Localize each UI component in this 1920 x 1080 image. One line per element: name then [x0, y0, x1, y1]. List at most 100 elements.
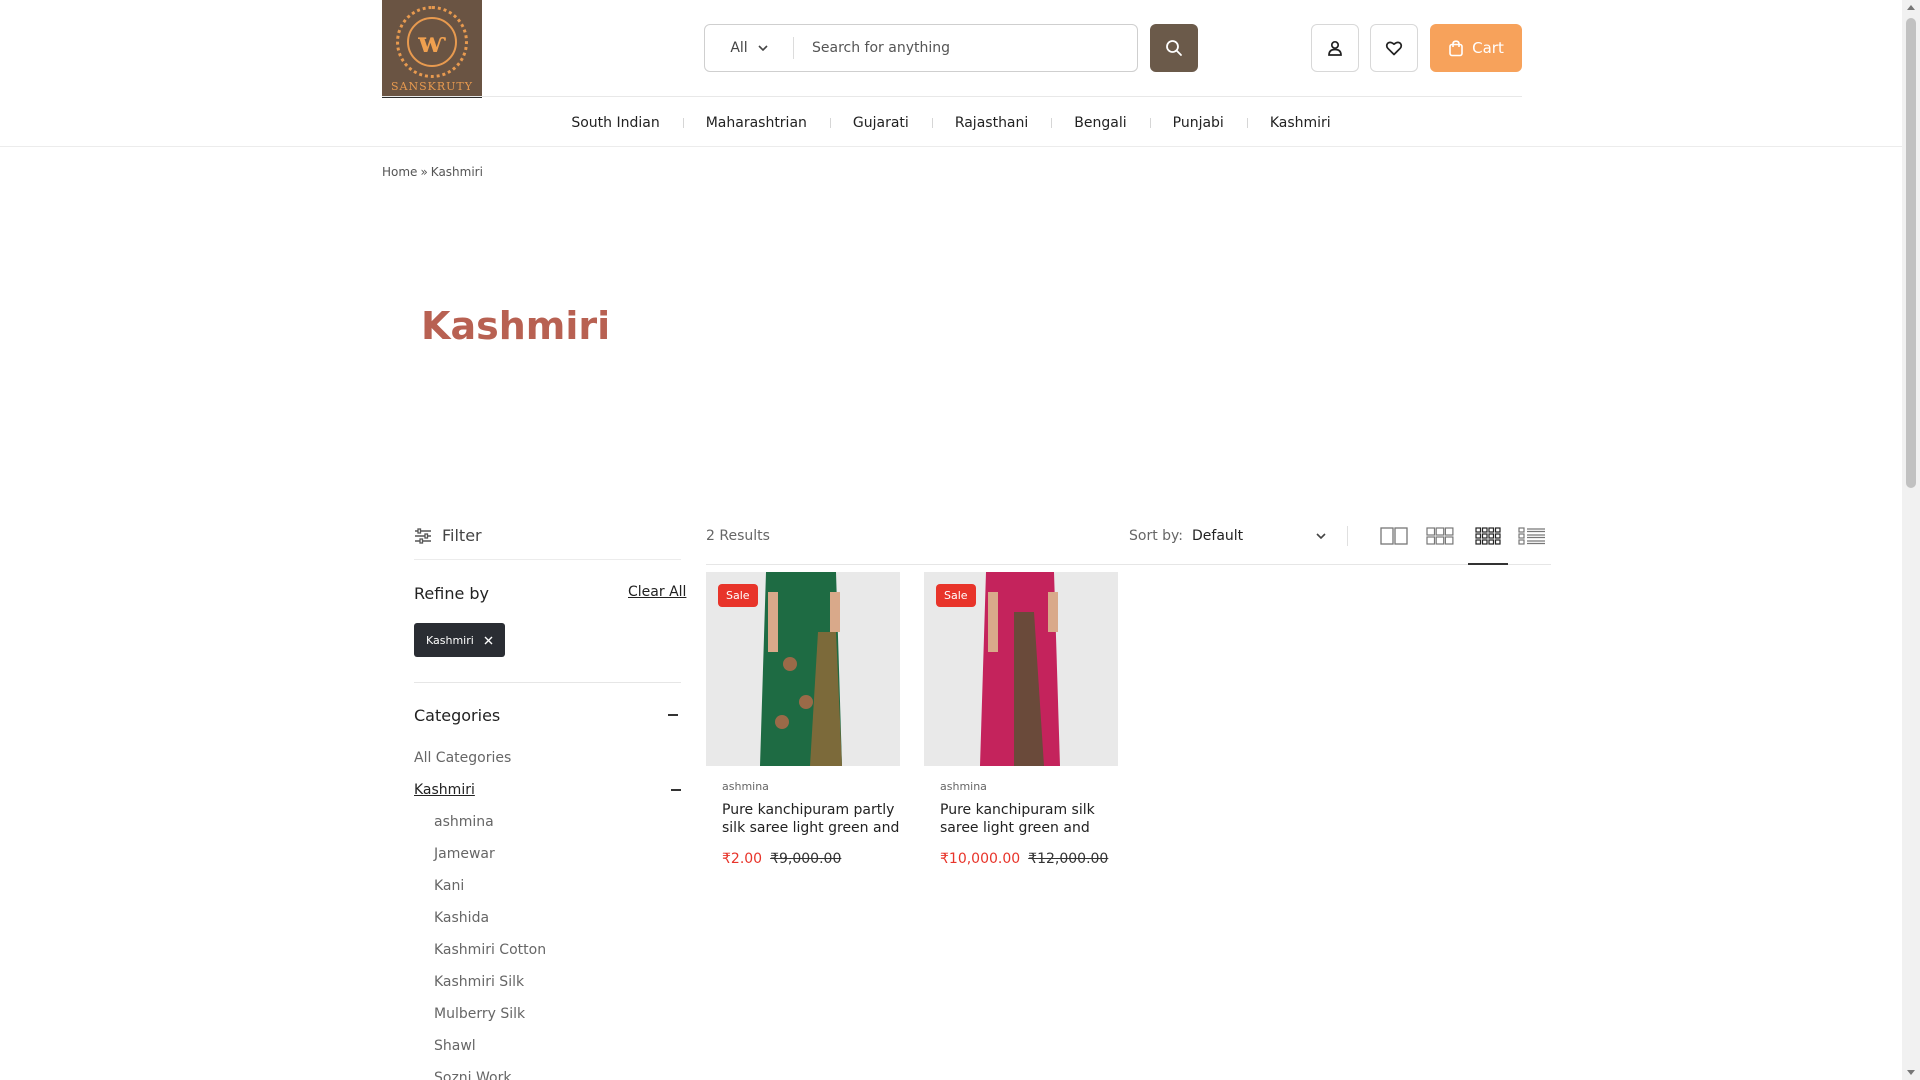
- sale-price: ₹2.00: [722, 851, 763, 867]
- breadcrumb-home-link[interactable]: Home: [382, 165, 417, 179]
- categories-heading: Categories: [414, 706, 501, 725]
- subcategory-item-jamewar[interactable]: Jamewar: [414, 838, 684, 870]
- category-label: ashmina: [434, 814, 494, 830]
- chevron-down-icon: [1316, 533, 1326, 539]
- nav-item-punjabi[interactable]: Punjabi: [1149, 115, 1247, 131]
- category-label: Kashmiri Cotton: [434, 942, 547, 958]
- subcategory-item-ashmina[interactable]: ashmina: [414, 806, 684, 838]
- wishlist-button[interactable]: [1370, 24, 1418, 72]
- account-button[interactable]: [1311, 24, 1359, 72]
- nav-item-kashmiri[interactable]: Kashmiri: [1246, 115, 1354, 131]
- scroll-down-arrow-icon[interactable]: [1907, 1070, 1915, 1075]
- categories-collapse-minus-icon[interactable]: [668, 714, 678, 716]
- active-filter-label: Kashmiri: [426, 633, 474, 647]
- product-price: ₹10,000.00 ₹12,000.00: [924, 851, 1118, 867]
- toolbar-divider: [1347, 526, 1348, 546]
- product-price: ₹2.00 ₹9,000.00: [706, 851, 900, 867]
- search-category-select[interactable]: All: [705, 25, 793, 71]
- list-view-icon: [1518, 527, 1545, 545]
- category-label: All Categories: [414, 750, 512, 766]
- brand-logo[interactable]: ⱳ SANSKRUTY: [382, 0, 482, 98]
- sale-price: ₹10,000.00: [940, 851, 1021, 867]
- page-scrollbar[interactable]: [1902, 0, 1920, 1080]
- sale-badge: Sale: [718, 584, 758, 607]
- product-brand: ashmina: [940, 780, 987, 793]
- heart-icon: [1385, 41, 1403, 56]
- model-arm: [830, 592, 840, 632]
- toolbar-divider-line: [706, 564, 1551, 565]
- filter-label: Filter: [442, 526, 482, 545]
- original-price: ₹9,000.00: [770, 851, 842, 867]
- sort-value: Default: [1192, 528, 1244, 544]
- view-grid-3-button[interactable]: [1424, 524, 1456, 548]
- subcategory-item-kashmiri-cotton[interactable]: Kashmiri Cotton: [414, 934, 684, 966]
- close-icon[interactable]: [484, 636, 493, 645]
- product-brand: ashmina: [722, 780, 769, 793]
- filter-sliders-icon: [415, 527, 431, 544]
- logo-emblem: ⱳ: [396, 6, 468, 78]
- product-image[interactable]: Sale: [706, 572, 900, 766]
- search-bar: All: [704, 24, 1138, 72]
- active-filter-chip[interactable]: Kashmiri: [414, 623, 505, 657]
- category-list: All Categories Kashmiri ashmina Jamewar …: [414, 742, 684, 1080]
- subcategory-item-sozni-work[interactable]: Sozni Work: [414, 1062, 684, 1080]
- scrollbar-thumb[interactable]: [1906, 18, 1916, 488]
- shopping-bag-icon: [1449, 39, 1463, 56]
- subcategory-item-kashida[interactable]: Kashida: [414, 902, 684, 934]
- view-grid-4-button[interactable]: [1472, 524, 1504, 548]
- nav-item-gujarati[interactable]: Gujarati: [829, 115, 932, 131]
- category-label: Shawl: [434, 1038, 476, 1054]
- clear-all-link[interactable]: Clear All: [628, 584, 686, 600]
- scroll-up-arrow-icon[interactable]: [1907, 5, 1915, 10]
- collapse-minus-icon[interactable]: [671, 789, 681, 791]
- grid-3-columns-icon: [1426, 527, 1454, 545]
- category-label: Mulberry Silk: [434, 1006, 526, 1022]
- category-item-kashmiri[interactable]: Kashmiri: [414, 774, 684, 806]
- grid-4-columns-icon: [1475, 527, 1501, 545]
- view-grid-2-button[interactable]: [1378, 524, 1410, 548]
- search-icon: [1166, 40, 1182, 56]
- filter-divider: [414, 559, 681, 560]
- user-icon: [1328, 40, 1342, 56]
- product-title[interactable]: Pure kanchipuram partly silk saree light…: [706, 801, 900, 837]
- search-input[interactable]: [794, 25, 1137, 71]
- nav-item-rajasthani[interactable]: Rajasthani: [931, 115, 1051, 131]
- main-nav: South Indian Maharashtrian Gujarati Raja…: [0, 100, 1902, 146]
- category-label: Kashmiri Silk: [434, 974, 525, 990]
- search-button[interactable]: [1150, 24, 1198, 72]
- header-divider: [382, 96, 1522, 97]
- chevron-down-icon: [758, 45, 768, 51]
- original-price: ₹12,000.00: [1028, 851, 1109, 867]
- model-arm: [1048, 592, 1058, 632]
- page: ⱳ SANSKRUTY All Search for anything Cart…: [0, 0, 1902, 1080]
- subcategory-item-kani[interactable]: Kani: [414, 870, 684, 902]
- sort-label: Sort by:: [1129, 528, 1184, 544]
- refine-heading: Refine by: [414, 584, 490, 603]
- filter-toggle[interactable]: Filter: [414, 526, 482, 545]
- nav-item-south-indian[interactable]: South Indian: [548, 115, 682, 131]
- model-arm: [768, 592, 778, 652]
- category-label: Kani: [434, 878, 465, 894]
- nav-item-maharashtrian[interactable]: Maharashtrian: [682, 115, 830, 131]
- category-label: Kashida: [434, 910, 490, 926]
- nav-item-bengali[interactable]: Bengali: [1051, 115, 1149, 131]
- category-label: Kashmiri: [414, 782, 475, 798]
- subcategory-item-kashmiri-silk[interactable]: Kashmiri Silk: [414, 966, 684, 998]
- logo-wordmark: SANSKRUTY: [390, 80, 473, 93]
- sort-dropdown[interactable]: Default: [1192, 524, 1326, 548]
- category-item-all[interactable]: All Categories: [414, 742, 684, 774]
- view-list-button[interactable]: [1516, 524, 1548, 548]
- product-card: Sale ashmina Pure kanchipuram partly sil…: [706, 572, 900, 867]
- product-title[interactable]: Pure kanchipuram silk saree light green …: [924, 801, 1118, 837]
- subcategory-item-mulberry-silk[interactable]: Mulberry Silk: [414, 998, 684, 1030]
- breadcrumb-separator: »: [420, 165, 428, 179]
- search-category-label: All: [730, 40, 748, 56]
- subcategory-item-shawl[interactable]: Shawl: [414, 1030, 684, 1062]
- results-count: 2 Results: [706, 528, 770, 544]
- cart-button[interactable]: Cart: [1430, 24, 1522, 72]
- cart-label: Cart: [1472, 39, 1504, 57]
- product-image[interactable]: Sale: [924, 572, 1118, 766]
- product-card: Sale ashmina Pure kanchipuram silk saree…: [924, 572, 1118, 867]
- grid-2-columns-icon: [1380, 527, 1408, 545]
- sale-badge: Sale: [936, 584, 976, 607]
